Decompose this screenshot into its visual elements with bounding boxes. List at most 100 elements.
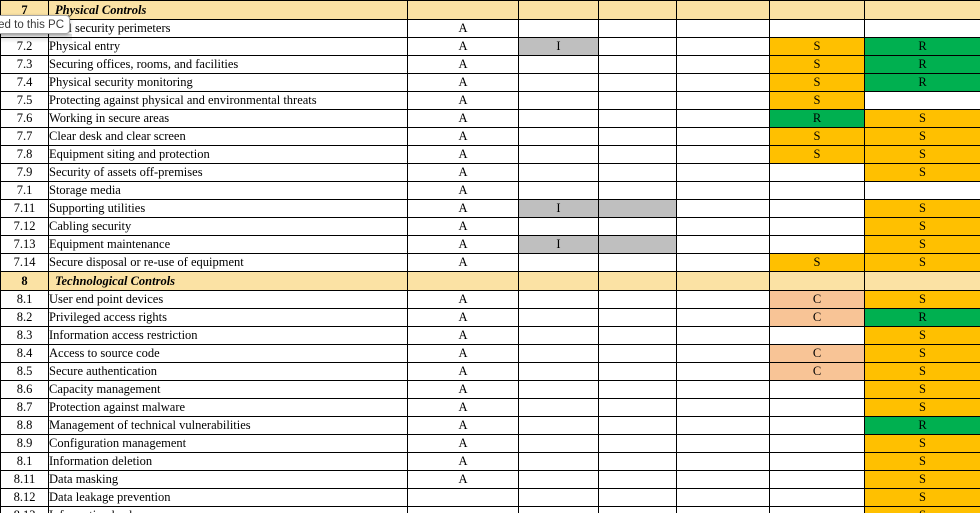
control-name-cell[interactable]: Physical security monitoring — [48, 73, 408, 92]
table-row[interactable]: 7.6 Working in secure areas A R S — [0, 109, 980, 128]
table-row[interactable]: 8.9 Configuration management A S — [0, 434, 980, 453]
raci-cell[interactable]: A — [407, 326, 519, 345]
control-number-cell[interactable]: 7.2 — [0, 37, 49, 56]
raci-cell[interactable] — [598, 55, 677, 74]
raci-cell[interactable] — [676, 290, 770, 309]
table-row[interactable]: 7.11 Supporting utilities A I S — [0, 199, 980, 218]
raci-cell[interactable] — [518, 109, 599, 128]
raci-cell[interactable] — [598, 199, 677, 218]
control-name-cell[interactable]: Physical entry — [48, 37, 408, 56]
raci-cell[interactable] — [769, 19, 865, 38]
raci-cell[interactable]: S — [769, 253, 865, 272]
raci-cell[interactable]: S — [769, 37, 865, 56]
raci-cell[interactable]: I — [518, 235, 599, 254]
raci-cell[interactable]: A — [407, 235, 519, 254]
raci-cell[interactable] — [769, 506, 865, 513]
raci-cell[interactable] — [598, 271, 677, 291]
raci-cell[interactable] — [518, 91, 599, 110]
raci-cell[interactable] — [676, 181, 770, 200]
control-number-cell[interactable]: 8.12 — [0, 488, 49, 507]
control-name-cell[interactable]: Configuration management — [48, 434, 408, 453]
raci-cell[interactable] — [407, 488, 519, 507]
raci-cell[interactable]: A — [407, 217, 519, 236]
raci-cell[interactable] — [518, 163, 599, 182]
raci-cell[interactable]: C — [769, 344, 865, 363]
raci-cell[interactable] — [598, 344, 677, 363]
raci-cell[interactable]: S — [769, 127, 865, 146]
raci-cell[interactable] — [676, 470, 770, 489]
raci-cell[interactable] — [864, 181, 980, 200]
raci-cell[interactable]: A — [407, 19, 519, 38]
raci-cell[interactable]: A — [407, 308, 519, 327]
raci-cell[interactable] — [769, 434, 865, 453]
control-number-cell[interactable]: 7.4 — [0, 73, 49, 92]
table-row[interactable]: 8.6 Capacity management A S — [0, 380, 980, 399]
raci-cell[interactable] — [518, 271, 599, 291]
control-name-cell[interactable]: Working in secure areas — [48, 109, 408, 128]
raci-cell[interactable]: R — [864, 308, 980, 327]
raci-cell[interactable] — [676, 398, 770, 417]
control-name-cell[interactable]: Data masking — [48, 470, 408, 489]
raci-cell[interactable] — [407, 506, 519, 513]
control-number-cell[interactable]: 8.4 — [0, 344, 49, 363]
raci-cell[interactable]: S — [864, 127, 980, 146]
raci-cell[interactable]: A — [407, 37, 519, 56]
control-number-cell[interactable]: 8.2 — [0, 308, 49, 327]
raci-cell[interactable]: A — [407, 181, 519, 200]
control-name-cell[interactable]: Equipment maintenance — [48, 235, 408, 254]
control-number-cell[interactable]: 7.11 — [0, 199, 49, 218]
control-number-cell[interactable]: 8.11 — [0, 470, 49, 489]
raci-cell[interactable] — [598, 253, 677, 272]
raci-cell[interactable] — [598, 470, 677, 489]
control-number-cell[interactable]: 7.1 — [0, 181, 49, 200]
raci-cell[interactable] — [598, 434, 677, 453]
raci-cell[interactable] — [518, 380, 599, 399]
raci-cell[interactable]: S — [864, 380, 980, 399]
raci-cell[interactable]: A — [407, 362, 519, 381]
control-name-cell[interactable]: Information backup — [48, 506, 408, 513]
raci-cell[interactable]: A — [407, 91, 519, 110]
control-name-cell[interactable]: Capacity management — [48, 380, 408, 399]
raci-cell[interactable] — [676, 19, 770, 38]
raci-cell[interactable]: S — [864, 434, 980, 453]
control-name-cell[interactable]: Clear desk and clear screen — [48, 127, 408, 146]
control-number-cell[interactable]: 7.6 — [0, 109, 49, 128]
raci-cell[interactable] — [864, 19, 980, 38]
raci-cell[interactable] — [518, 488, 599, 507]
raci-cell[interactable] — [598, 380, 677, 399]
raci-cell[interactable] — [676, 362, 770, 381]
raci-cell[interactable] — [518, 145, 599, 164]
control-name-cell[interactable]: Physical Controls — [48, 0, 408, 20]
raci-cell[interactable] — [518, 55, 599, 74]
table-row[interactable]: 8.7 Protection against malware A S — [0, 398, 980, 417]
raci-cell[interactable] — [769, 326, 865, 345]
raci-cell[interactable]: A — [407, 380, 519, 399]
control-name-cell[interactable]: Privileged access rights — [48, 308, 408, 327]
raci-cell[interactable] — [518, 416, 599, 435]
control-number-cell[interactable]: 8.13 — [0, 506, 49, 513]
raci-cell[interactable]: S — [769, 91, 865, 110]
raci-cell[interactable] — [598, 488, 677, 507]
raci-cell[interactable] — [676, 506, 770, 513]
raci-cell[interactable]: S — [864, 470, 980, 489]
table-row[interactable]: 8.1 Information deletion A S — [0, 452, 980, 471]
raci-cell[interactable] — [518, 434, 599, 453]
control-number-cell[interactable]: 8.6 — [0, 380, 49, 399]
raci-cell[interactable]: A — [407, 55, 519, 74]
raci-cell[interactable] — [518, 253, 599, 272]
control-number-cell[interactable]: 8.7 — [0, 398, 49, 417]
raci-cell[interactable] — [769, 199, 865, 218]
raci-cell[interactable]: A — [407, 452, 519, 471]
raci-cell[interactable] — [676, 109, 770, 128]
raci-cell[interactable] — [518, 344, 599, 363]
raci-cell[interactable] — [518, 217, 599, 236]
raci-cell[interactable]: A — [407, 344, 519, 363]
raci-cell[interactable] — [676, 308, 770, 327]
raci-cell[interactable] — [518, 181, 599, 200]
raci-cell[interactable]: S — [864, 253, 980, 272]
raci-cell[interactable] — [598, 362, 677, 381]
control-number-cell[interactable]: 7.12 — [0, 217, 49, 236]
table-row[interactable]: 7.1sical security perimetersA — [0, 19, 980, 38]
table-row[interactable]: 8.2 Privileged access rights A C R — [0, 308, 980, 327]
raci-cell[interactable] — [598, 181, 677, 200]
